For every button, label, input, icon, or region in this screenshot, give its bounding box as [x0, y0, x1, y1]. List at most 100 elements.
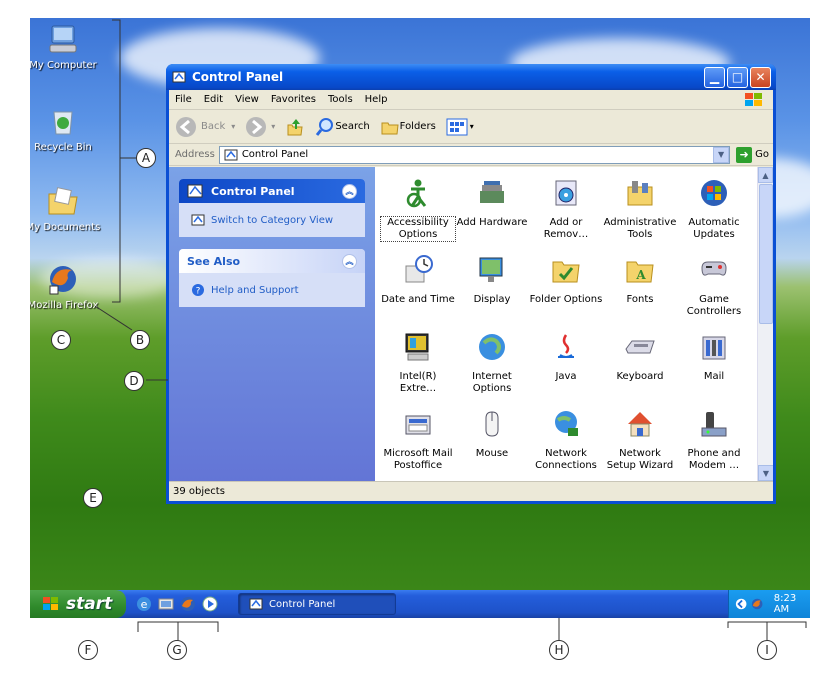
control-panel-section-header[interactable]: Control Panel ︽ — [179, 179, 365, 203]
window-title: Control Panel — [192, 70, 284, 84]
control-panel-item[interactable]: Phone and Modem … — [677, 402, 751, 479]
add-remove-programs-icon — [555, 180, 577, 206]
taskbar-button-control-panel[interactable]: Control Panel — [238, 593, 396, 615]
scroll-thumb[interactable] — [759, 184, 773, 324]
vertical-scrollbar[interactable]: ▲ ▼ — [757, 167, 773, 481]
control-panel-icon — [172, 71, 186, 83]
maximize-button[interactable]: □ — [727, 66, 748, 88]
collapse-chevron-icon[interactable]: ︽ — [342, 253, 357, 269]
menu-view[interactable]: View — [235, 94, 259, 105]
keyboard-icon — [625, 340, 655, 354]
control-panel-item[interactable]: Microsoft Mail Postoffice — [381, 402, 455, 479]
section-title: Control Panel — [211, 184, 295, 198]
firefox-icon[interactable] — [180, 596, 196, 612]
callout-d: D — [124, 371, 144, 391]
address-dropdown-icon[interactable]: ▼ — [713, 146, 730, 163]
status-bar: 39 objects — [169, 481, 773, 501]
minimize-button[interactable]: ▁ — [704, 66, 725, 88]
callout-g: G — [167, 640, 187, 660]
network-connections-icon — [555, 411, 578, 436]
expand-tray-icon[interactable] — [735, 597, 747, 611]
desktop-icon-my-documents[interactable]: My Documents — [30, 184, 106, 233]
back-button[interactable]: Back ▾ — [175, 116, 235, 138]
desktop-icon-recycle-bin[interactable]: Recycle Bin — [30, 104, 106, 153]
menu-file[interactable]: File — [175, 94, 192, 105]
control-panel-item[interactable]: Mouse — [455, 402, 529, 479]
menu-help[interactable]: Help — [365, 94, 388, 105]
control-panel-item[interactable]: Folder Options — [529, 248, 603, 325]
menu-favorites[interactable]: Favorites — [271, 94, 316, 105]
clock[interactable]: 8:23 AM — [774, 593, 810, 615]
accessibility-icon — [406, 179, 427, 208]
show-desktop-icon[interactable] — [158, 596, 174, 612]
control-panel-item[interactable]: Network Setup Wizard — [603, 402, 677, 479]
item-label: Keyboard — [616, 371, 664, 382]
firefox-tray-icon[interactable] — [751, 597, 763, 611]
control-panel-item[interactable]: Automatic Updates — [677, 171, 751, 248]
control-panel-window[interactable]: Control Panel ▁ □ ✕ File Edit View Favor… — [166, 64, 776, 504]
views-button[interactable]: ▾ — [446, 118, 474, 136]
control-panel-icon — [187, 184, 203, 198]
fonts-icon: A — [626, 261, 654, 283]
callout-f: F — [78, 640, 98, 660]
item-label: Microsoft Mail Postoffice — [383, 448, 453, 471]
java-icon — [558, 334, 574, 358]
control-panel-item[interactable]: Java — [529, 325, 603, 402]
start-button[interactable]: start — [30, 590, 126, 618]
menu-edit[interactable]: Edit — [204, 94, 223, 105]
scroll-down-icon[interactable]: ▼ — [758, 465, 773, 481]
menu-tools[interactable]: Tools — [328, 94, 353, 105]
search-button[interactable]: Search — [315, 117, 370, 137]
item-label: Add Hardware — [456, 217, 528, 228]
title-bar[interactable]: Control Panel ▁ □ ✕ — [166, 64, 776, 90]
control-panel-item[interactable]: Add Hardware — [455, 171, 529, 248]
scroll-up-icon[interactable]: ▲ — [758, 167, 773, 183]
mail-icon — [702, 336, 726, 360]
control-panel-item[interactable]: Display — [455, 248, 529, 325]
address-bar: Address Control Panel ▼ ➜ Go — [169, 144, 773, 166]
folder-options-icon — [552, 261, 580, 283]
control-panel-item[interactable]: Accessibility Options — [380, 171, 456, 248]
views-dropdown-icon[interactable]: ▾ — [470, 122, 474, 131]
up-button[interactable] — [285, 117, 305, 137]
go-button[interactable]: ➜ Go — [736, 146, 769, 163]
item-label: Display — [473, 294, 511, 305]
desktop-icon-firefox[interactable]: Mozilla Firefox — [30, 262, 106, 311]
item-label: Network Setup Wizard — [606, 448, 674, 471]
address-input[interactable]: Control Panel ▼ — [218, 145, 731, 164]
minimize-icon: ▁ — [709, 70, 720, 84]
toolbar: Back ▾ ▾ Search Folders ▾ — [169, 110, 773, 144]
internet-explorer-icon[interactable]: e — [136, 596, 152, 612]
annotated-screenshot: My Computer Recycle Bin My Documents Moz… — [0, 0, 837, 676]
forward-button[interactable]: ▾ — [245, 116, 275, 138]
folders-button[interactable]: Folders — [380, 117, 436, 137]
control-panel-item[interactable]: Add or Remov… — [529, 171, 603, 248]
control-panel-item[interactable]: A Fonts — [603, 248, 677, 325]
control-panel-item[interactable]: Game Controllers — [677, 248, 751, 325]
control-panel-item[interactable]: Network Connections — [529, 402, 603, 479]
internet-options-icon — [479, 334, 505, 360]
close-button[interactable]: ✕ — [750, 66, 771, 88]
callout-h: H — [549, 640, 569, 660]
desktop-icon-my-computer[interactable]: My Computer — [30, 22, 106, 71]
desktop-icon-label: Recycle Bin — [34, 142, 92, 153]
switch-category-view-link[interactable]: Switch to Category View — [179, 203, 365, 237]
explorer-body: Control Panel ︽ Switch to Category View … — [169, 167, 773, 481]
help-and-support-link[interactable]: ? Help and Support — [179, 273, 365, 307]
back-dropdown-icon[interactable]: ▾ — [231, 122, 235, 131]
item-label: Mouse — [475, 448, 509, 459]
control-panel-item[interactable]: Date and Time — [381, 248, 455, 325]
see-also-section-header[interactable]: See Also ︽ — [179, 249, 365, 273]
control-panel-section: Control Panel ︽ Switch to Category View — [179, 179, 365, 237]
control-panel-item[interactable]: Internet Options — [455, 325, 529, 402]
control-panel-item[interactable]: Administrative Tools — [603, 171, 677, 248]
mouse-icon — [485, 411, 499, 437]
control-panel-item[interactable]: Mail — [677, 325, 751, 402]
close-icon: ✕ — [755, 70, 766, 84]
media-player-icon[interactable] — [202, 596, 218, 612]
control-panel-item[interactable]: Keyboard — [603, 325, 677, 402]
control-panel-item[interactable]: Intel(R) Extre… — [381, 325, 455, 402]
back-label: Back — [201, 121, 226, 132]
forward-dropdown-icon[interactable]: ▾ — [271, 122, 275, 131]
collapse-chevron-icon[interactable]: ︽ — [342, 183, 357, 199]
